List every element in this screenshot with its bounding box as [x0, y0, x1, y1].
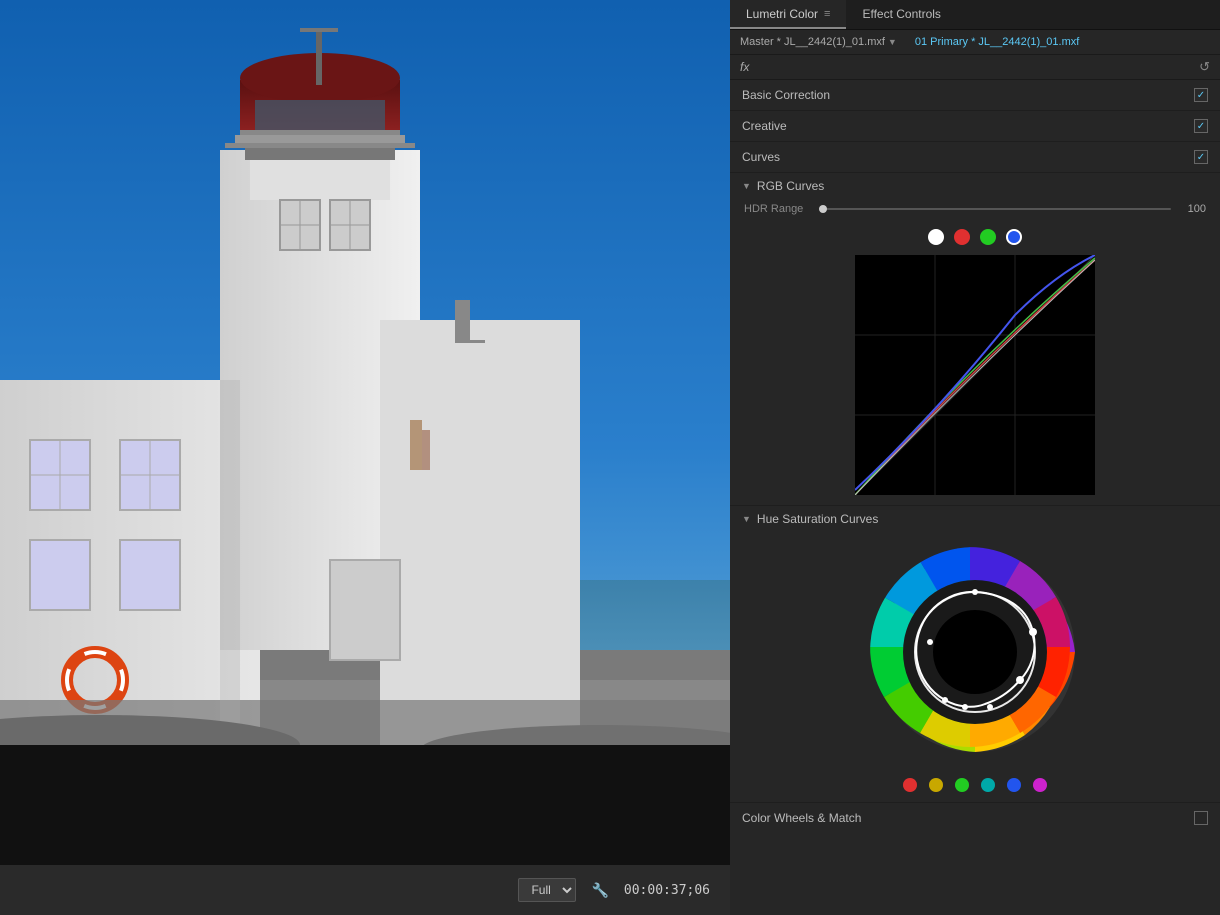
effect-controls-label: Effect Controls [862, 7, 940, 21]
creative-checkbox[interactable] [1194, 119, 1208, 133]
hue-dot-blue[interactable] [1007, 778, 1021, 792]
color-wheels-row[interactable]: Color Wheels & Match [730, 802, 1220, 833]
tab-menu-icon: ≡ [824, 8, 830, 20]
hue-sat-header[interactable]: ▼ Hue Saturation Curves [730, 505, 1220, 532]
panel-header: Master * JL__2442(1)_01.mxf ▼ 01 Primary… [730, 30, 1220, 55]
curves-canvas-container [730, 251, 1220, 505]
color-wheels-expand-icon[interactable] [1194, 811, 1208, 825]
video-canvas [0, 0, 730, 745]
hue-wheel-container: .hue-wheel-ring { background: conic-grad… [730, 532, 1220, 772]
main-area: Full 🔧 00:00:37;06 Lumetri Color ≡ Effec… [0, 0, 1220, 915]
hue-color-dots-row [730, 772, 1220, 802]
channel-dots-row [730, 223, 1220, 251]
curves-label: Curves [742, 150, 780, 164]
panel-body[interactable]: Basic Correction Creative Curves ▼ RGB C… [730, 80, 1220, 915]
hdr-range-label: HDR Range [744, 203, 809, 215]
rgb-curves-label: RGB Curves [757, 179, 824, 193]
channel-dot-white[interactable] [928, 229, 944, 245]
lumetri-panel: Lumetri Color ≡ Effect Controls Master *… [730, 0, 1220, 915]
master-chevron-icon: ▼ [888, 37, 897, 47]
hdr-range-slider[interactable] [819, 208, 1171, 210]
fx-label: fx [740, 60, 749, 74]
rgb-curves-collapse-icon: ▼ [742, 181, 751, 191]
hdr-range-value: 100 [1181, 203, 1206, 215]
settings-icon[interactable]: 🔧 [591, 882, 608, 899]
basic-correction-label: Basic Correction [742, 88, 830, 102]
curves-section: ▼ RGB Curves HDR Range 100 [730, 173, 1220, 505]
hue-dot-green[interactable] [955, 778, 969, 792]
section-basic-correction[interactable]: Basic Correction [730, 80, 1220, 111]
video-container: Full 🔧 00:00:37;06 [0, 0, 730, 915]
hue-dot-red[interactable] [903, 778, 917, 792]
hdr-range-row: HDR Range 100 [730, 199, 1220, 223]
video-bottom-bar: Full 🔧 00:00:37;06 [0, 865, 730, 915]
quality-select[interactable]: Full [518, 878, 576, 902]
master-track-label: Master * JL__2442(1)_01.mxf [740, 36, 885, 48]
tab-lumetri-color[interactable]: Lumetri Color ≡ [730, 0, 846, 29]
section-creative[interactable]: Creative [730, 111, 1220, 142]
hue-dot-magenta[interactable] [1033, 778, 1047, 792]
tab-effect-controls[interactable]: Effect Controls [846, 0, 956, 29]
hue-dot-yellow[interactable] [929, 778, 943, 792]
reset-icon[interactable]: ↺ [1199, 59, 1210, 75]
primary-track-label: 01 Primary * JL__2442(1)_01.mxf [915, 36, 1079, 48]
hue-dot-cyan[interactable] [981, 778, 995, 792]
basic-correction-checkbox[interactable] [1194, 88, 1208, 102]
channel-dot-green[interactable] [980, 229, 996, 245]
hue-wheel[interactable]: .hue-wheel-ring { background: conic-grad… [865, 542, 1085, 762]
fx-row: fx ↺ [730, 55, 1220, 80]
curves-graph[interactable] [855, 255, 1095, 495]
lumetri-tab-label: Lumetri Color [746, 7, 818, 21]
hue-sat-label: Hue Saturation Curves [757, 512, 878, 526]
section-curves[interactable]: Curves [730, 142, 1220, 173]
color-wheels-label: Color Wheels & Match [742, 811, 861, 825]
curves-checkbox[interactable] [1194, 150, 1208, 164]
timecode: 00:00:37;06 [624, 883, 710, 898]
panel-tabs: Lumetri Color ≡ Effect Controls [730, 0, 1220, 30]
master-track-dropdown[interactable]: Master * JL__2442(1)_01.mxf ▼ [740, 36, 897, 48]
channel-dot-blue[interactable] [1006, 229, 1022, 245]
creative-label: Creative [742, 119, 787, 133]
video-frame [0, 0, 730, 745]
hdr-slider-thumb[interactable] [819, 205, 827, 213]
channel-dot-red[interactable] [954, 229, 970, 245]
hue-sat-collapse-icon: ▼ [742, 514, 751, 524]
rgb-curves-header[interactable]: ▼ RGB Curves [730, 173, 1220, 199]
